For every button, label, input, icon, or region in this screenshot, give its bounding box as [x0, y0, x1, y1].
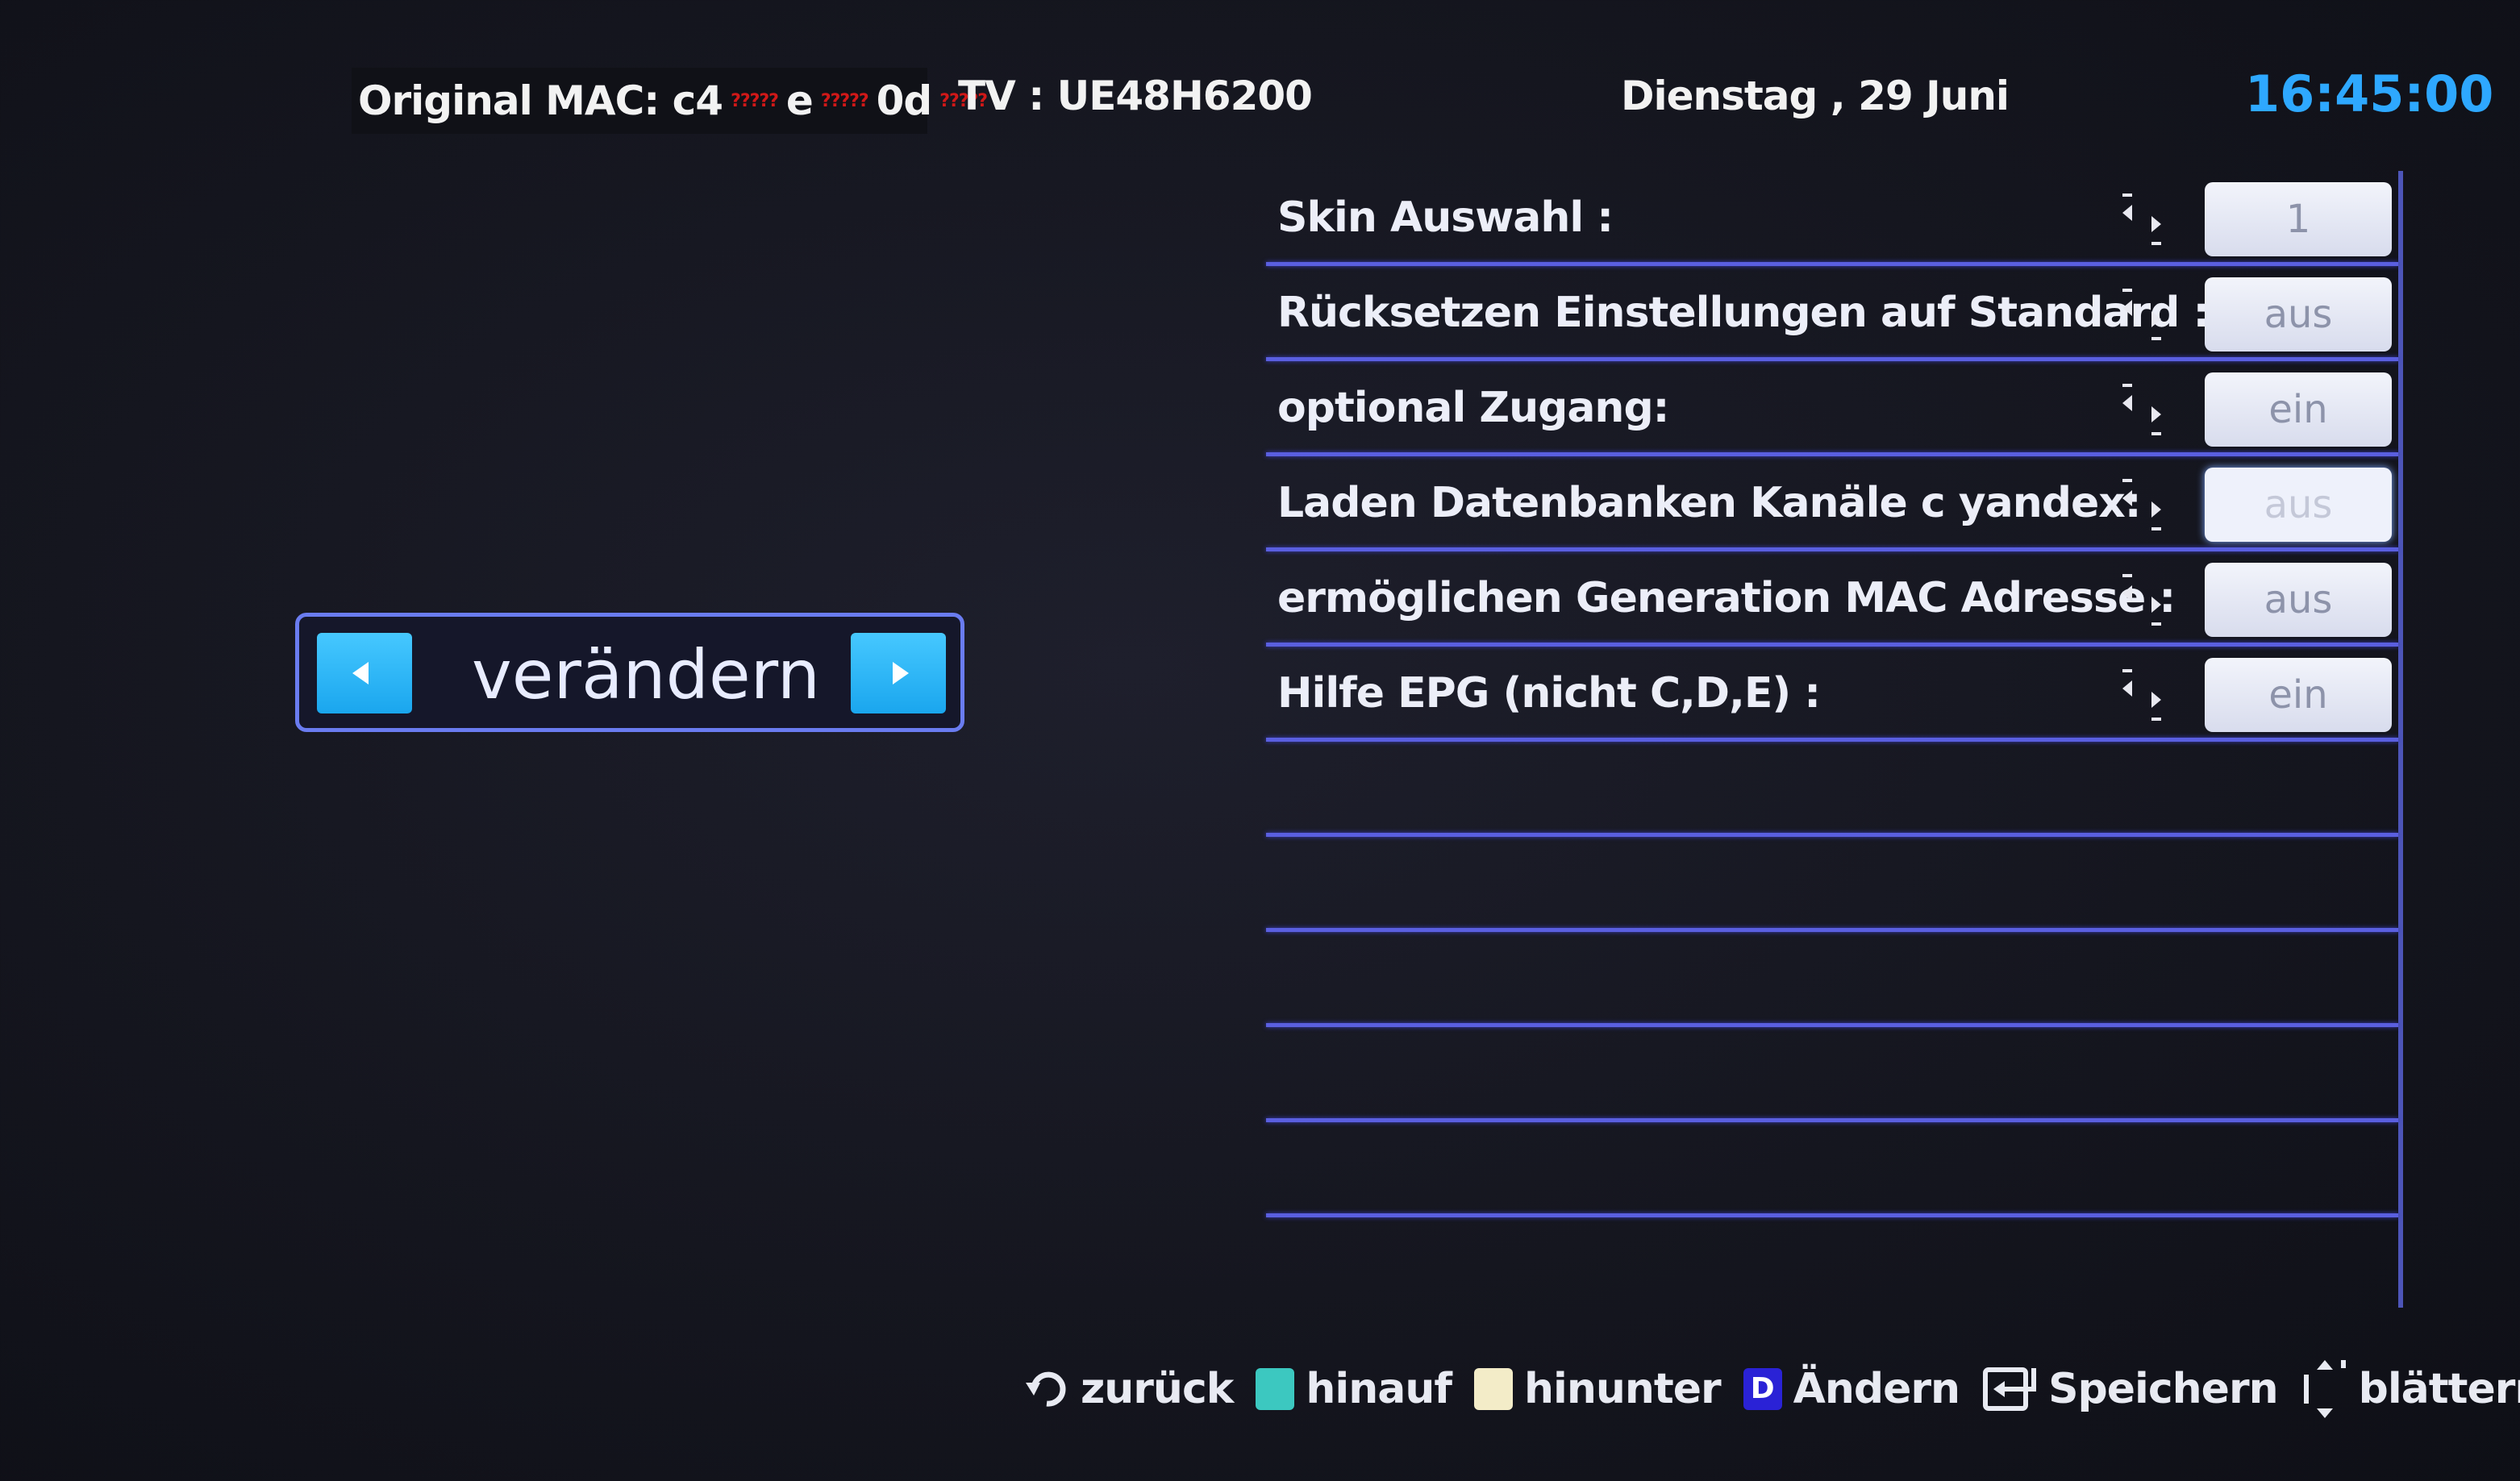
footer-back-label: zurück	[1081, 1365, 1234, 1413]
tv-model: TV : UE48H6200	[958, 73, 1313, 119]
setting-row-reset[interactable]: Rücksetzen Einstellungen auf Standard : …	[1266, 266, 2398, 361]
footer-up-label: hinauf	[1306, 1365, 1452, 1413]
setting-value-button-selected[interactable]: aus	[2205, 468, 2392, 542]
footer-change-label: Ändern	[1793, 1365, 1960, 1413]
setting-label: Hilfe EPG (nicht C,D,E) :	[1277, 669, 1821, 718]
redaction-mark: ?????	[731, 90, 779, 111]
date-display: Dienstag , 29 Juni	[1621, 73, 2010, 119]
green-key-icon	[1256, 1368, 1295, 1410]
setting-value-button[interactable]: 1	[2205, 182, 2392, 256]
left-right-arrows-icon	[2122, 479, 2161, 530]
setting-value-button[interactable]: ein	[2205, 372, 2392, 447]
mac-label: Original MAC: c4	[358, 77, 723, 124]
left-right-arrows-icon	[2122, 193, 2161, 245]
return-icon	[1026, 1371, 1066, 1407]
setting-row-epg[interactable]: Hilfe EPG (nicht C,D,E) : ein	[1266, 647, 2398, 742]
setting-row-access[interactable]: optional Zugang: ein	[1266, 361, 2398, 456]
mac-part: 0d	[876, 77, 933, 124]
setting-value-button[interactable]: ein	[2205, 658, 2392, 732]
empty-row	[1266, 837, 2398, 932]
setting-row-database[interactable]: Laden Datenbanken Kanäle c yandex: aus	[1266, 456, 2398, 551]
left-right-arrows-icon	[2122, 669, 2161, 721]
empty-row	[1266, 1122, 2398, 1217]
empty-row	[1266, 932, 2398, 1027]
setting-label: Skin Auswahl :	[1277, 193, 1614, 242]
setting-label: Laden Datenbanken Kanäle c yandex:	[1277, 479, 2142, 527]
footer-down-label: hinunter	[1523, 1365, 1722, 1413]
left-right-arrows-icon	[2122, 289, 2161, 340]
clock: 16:45:00	[2245, 64, 2494, 123]
enter-icon	[1983, 1367, 2037, 1411]
footer-back[interactable]: zurück	[1023, 1365, 1234, 1413]
setting-row-mac-generation[interactable]: ermöglichen Generation MAC Adresse : aus	[1266, 551, 2398, 647]
footer-save[interactable]: Speichern	[1982, 1365, 2279, 1413]
empty-row	[1266, 742, 2398, 837]
mac-part: e	[785, 77, 814, 124]
yellow-key-icon	[1473, 1368, 1513, 1410]
setting-label: optional Zugang:	[1277, 384, 1669, 432]
setting-row-skin[interactable]: Skin Auswahl : 1	[1266, 171, 2398, 266]
empty-row	[1266, 1027, 2398, 1122]
tv-settings-screen: Original MAC: c4 ????? e ????? 0d ????? …	[0, 0, 2520, 1481]
footer-change[interactable]: D Ändern	[1743, 1365, 1960, 1413]
value-changer[interactable]: verändern	[295, 613, 964, 732]
arrow-right-button[interactable]	[851, 633, 946, 713]
footer-legend: zurück hinauf hinunter D Ändern Speicher…	[1023, 1353, 2520, 1425]
footer-up[interactable]: hinauf	[1256, 1365, 1452, 1413]
changer-label: verändern	[472, 635, 820, 714]
footer-save-label: Speichern	[2048, 1365, 2279, 1413]
setting-label: Rücksetzen Einstellungen auf Standard :	[1277, 289, 2210, 337]
scroll-arrows-icon	[2303, 1360, 2346, 1418]
setting-value-button[interactable]: aus	[2205, 563, 2392, 637]
footer-down[interactable]: hinunter	[1473, 1365, 1722, 1413]
redaction-mark: ?????	[820, 90, 869, 111]
blue-d-key-icon: D	[1743, 1368, 1782, 1410]
row-divider	[1266, 1213, 2398, 1217]
mac-address-box: Original MAC: c4 ????? e ????? 0d ?????	[352, 68, 988, 134]
arrow-left-button[interactable]	[317, 633, 412, 713]
settings-list: Skin Auswahl : 1 Rücksetzen Einstellunge…	[1266, 171, 2398, 1217]
left-right-arrows-icon	[2122, 574, 2161, 626]
left-right-arrows-icon	[2122, 384, 2161, 435]
footer-scroll[interactable]: blättern	[2301, 1357, 2520, 1421]
setting-label: ermöglichen Generation MAC Adresse :	[1277, 574, 2176, 622]
footer-scroll-label: blättern	[2358, 1365, 2520, 1413]
setting-value-button[interactable]: aus	[2205, 277, 2392, 352]
list-border	[2398, 171, 2403, 1308]
